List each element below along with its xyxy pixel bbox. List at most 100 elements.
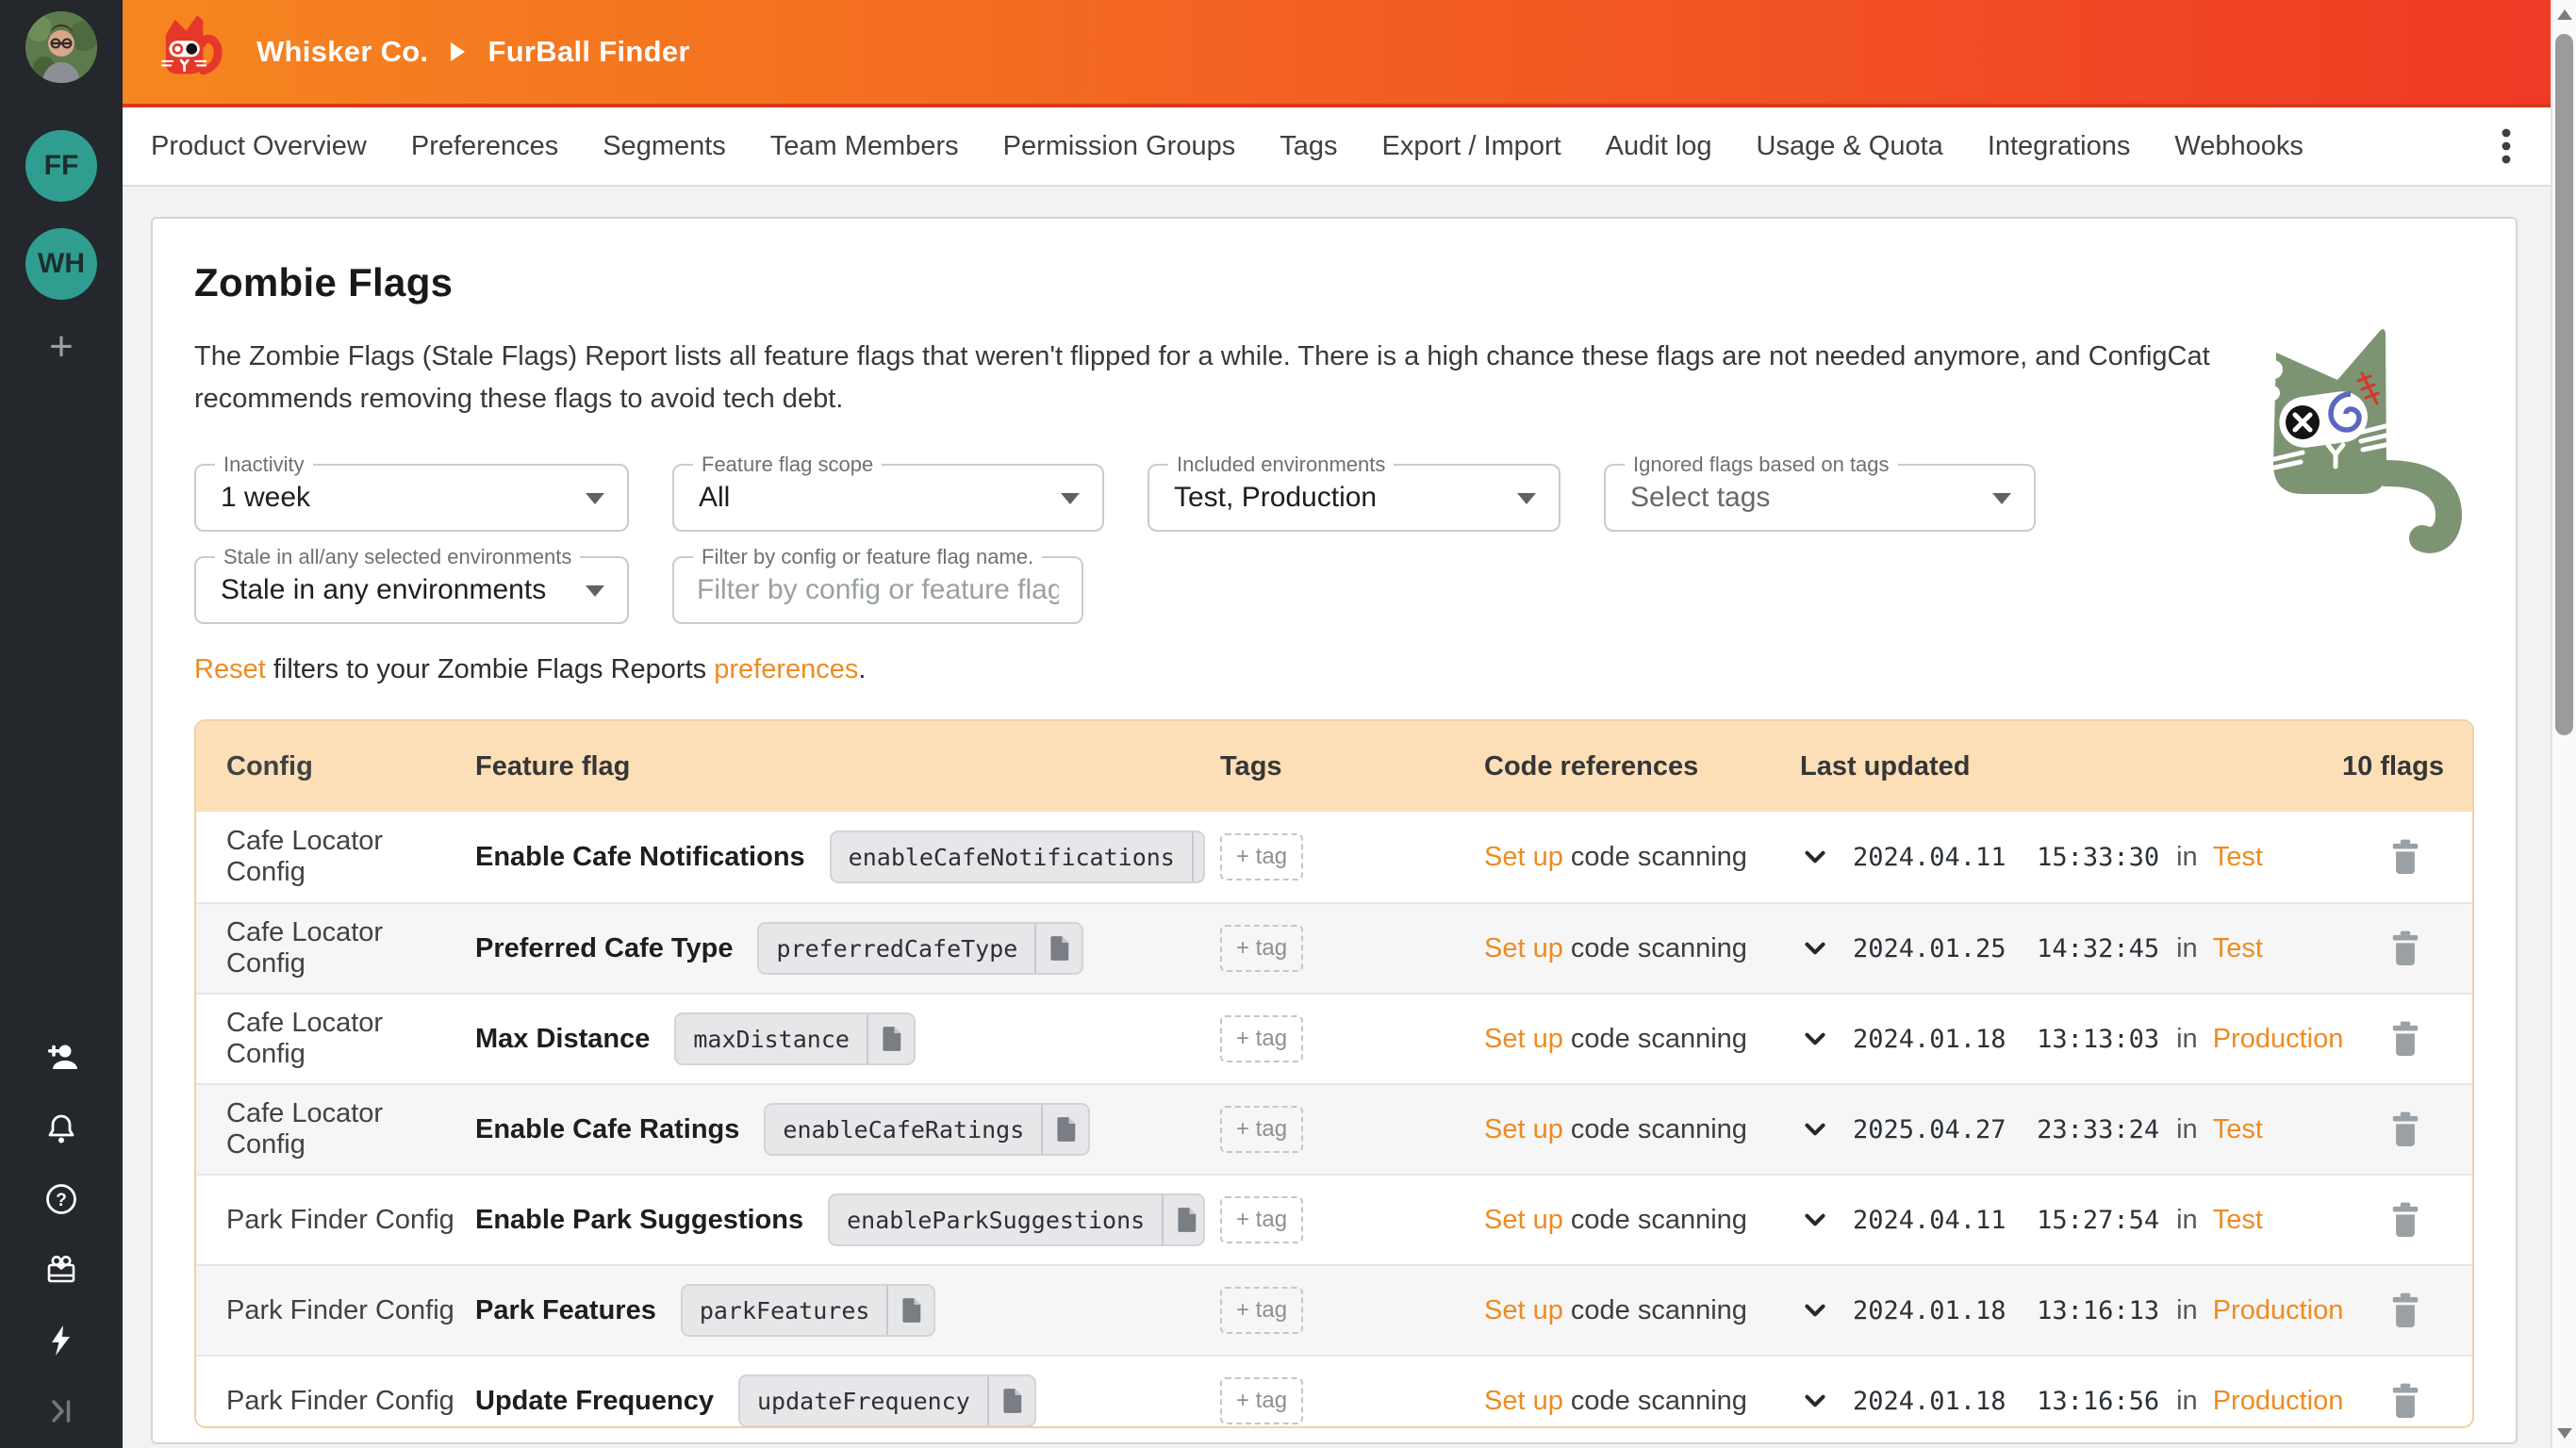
copy-key-button[interactable] — [1192, 832, 1205, 881]
expand-row-chevron-icon[interactable] — [1800, 1205, 1830, 1235]
copy-key-button[interactable] — [886, 1286, 933, 1335]
collapse-sidebar-icon[interactable] — [43, 1393, 79, 1429]
reset-filters-link[interactable]: Reset — [194, 654, 266, 684]
table-row: Cafe Locator Config Enable Cafe Notifica… — [196, 812, 2472, 902]
expand-row-chevron-icon[interactable] — [1800, 1114, 1830, 1144]
configcat-logo-icon[interactable] — [147, 9, 232, 94]
dropdown-arrow-icon — [1517, 493, 1536, 504]
col-header-last-updated: Last updated — [1785, 751, 2313, 782]
filter-field[interactable]: Feature flag scope All — [672, 464, 1104, 532]
scrollbar-thumb[interactable] — [2555, 34, 2573, 735]
add-tag-button[interactable]: + tag — [1220, 1377, 1303, 1424]
flag-key: enableCafeRatings — [766, 1116, 1041, 1144]
environment-link[interactable]: Test — [2213, 1114, 2263, 1145]
flag-name: Update Frequency — [475, 1386, 714, 1417]
expand-row-chevron-icon[interactable] — [1800, 1386, 1830, 1416]
nav-item[interactable]: Preferences — [411, 131, 558, 162]
copy-key-button[interactable] — [1162, 1195, 1205, 1244]
filter-row-1: Inactivity 1 week Feature flag scope All… — [194, 464, 2474, 532]
config-name: Cafe Locator Config — [196, 1008, 460, 1070]
copy-key-button[interactable] — [987, 1376, 1034, 1425]
add-tag-button[interactable]: + tag — [1220, 1106, 1303, 1153]
filter-field[interactable]: Ignored flags based on tags Select tags — [1604, 464, 2036, 532]
flag-key: maxDistance — [676, 1026, 867, 1053]
copy-key-button[interactable] — [867, 1014, 914, 1063]
setup-code-scanning-link[interactable]: Set up — [1484, 1205, 1563, 1236]
scrollbar-up-arrow-icon[interactable] — [2557, 9, 2572, 20]
nav-item[interactable]: Permission Groups — [1003, 131, 1236, 162]
delete-flag-button[interactable] — [2389, 1292, 2421, 1329]
expand-row-chevron-icon[interactable] — [1800, 1024, 1830, 1054]
environment-link[interactable]: Test — [2213, 1205, 2263, 1236]
add-workspace-button[interactable]: + — [25, 326, 97, 368]
delete-flag-button[interactable] — [2389, 1111, 2421, 1148]
main-content: Zombie Flags The Zombie Flags (Stale Fla… — [123, 189, 2551, 1448]
setup-code-scanning-link[interactable]: Set up — [1484, 1024, 1563, 1055]
page-description: The Zombie Flags (Stale Flags) Report li… — [194, 336, 2231, 420]
setup-code-scanning-link[interactable]: Set up — [1484, 1386, 1563, 1417]
setup-code-scanning-link[interactable]: Set up — [1484, 1295, 1563, 1326]
workspace-avatar[interactable]: FF — [25, 130, 97, 202]
last-updated-datetime: 2024.01.18 13:16:56 — [1853, 1387, 2159, 1416]
setup-code-scanning-link[interactable]: Set up — [1484, 842, 1563, 873]
flag-name: Park Features — [475, 1295, 656, 1326]
breadcrumb-product[interactable]: FurBall Finder — [487, 35, 689, 69]
bell-icon[interactable] — [43, 1111, 79, 1146]
svg-text:?: ? — [56, 1191, 67, 1210]
filter-field[interactable]: Filter by config or feature flag name. — [672, 556, 1083, 624]
add-tag-button[interactable]: + tag — [1220, 925, 1303, 972]
environment-link[interactable]: Test — [2213, 933, 2263, 964]
delete-flag-button[interactable] — [2389, 838, 2421, 876]
kebab-menu-icon[interactable] — [2500, 125, 2513, 167]
lightning-icon[interactable] — [43, 1323, 79, 1358]
nav-item[interactable]: Export / Import — [1381, 131, 1560, 162]
copy-key-button[interactable] — [1034, 924, 1082, 973]
add-tag-button[interactable]: + tag — [1220, 833, 1303, 880]
filter-field[interactable]: Included environments Test, Production — [1148, 464, 1560, 532]
code-scanning-label: code scanning — [1563, 842, 1747, 873]
breadcrumb-organization[interactable]: Whisker Co. — [256, 35, 428, 69]
nav-item[interactable]: Audit log — [1606, 131, 1712, 162]
config-name: Park Finder Config — [196, 1386, 460, 1417]
expand-row-chevron-icon[interactable] — [1800, 1295, 1830, 1325]
nav-item[interactable]: Team Members — [770, 131, 959, 162]
copy-key-button[interactable] — [1041, 1105, 1088, 1154]
nav-item[interactable]: Segments — [603, 131, 726, 162]
flag-key-badge: updateFrequency — [738, 1374, 1036, 1427]
nav-item[interactable]: Integrations — [1988, 131, 2131, 162]
nav-item[interactable]: Usage & Quota — [1757, 131, 1943, 162]
flag-key: updateFrequency — [740, 1388, 987, 1415]
delete-flag-button[interactable] — [2389, 1382, 2421, 1420]
workspace-switcher: FF WH + — [0, 130, 123, 368]
nav-item[interactable]: Webhooks — [2174, 131, 2304, 162]
delete-flag-button[interactable] — [2389, 1201, 2421, 1239]
nav-item[interactable]: Tags — [1280, 131, 1337, 162]
workspace-avatar[interactable]: WH — [25, 228, 97, 300]
expand-row-chevron-icon[interactable] — [1800, 933, 1830, 963]
add-tag-button[interactable]: + tag — [1220, 1015, 1303, 1062]
zombie-flags-card: Zombie Flags The Zombie Flags (Stale Fla… — [151, 217, 2518, 1444]
flag-key-badge: enableCafeNotifications — [830, 831, 1205, 883]
add-tag-button[interactable]: + tag — [1220, 1287, 1303, 1334]
expand-row-chevron-icon[interactable] — [1800, 842, 1830, 872]
gift-icon[interactable] — [43, 1252, 79, 1288]
user-avatar[interactable] — [25, 11, 97, 83]
config-name: Park Finder Config — [196, 1205, 460, 1236]
filter-field[interactable]: Stale in all/any selected environments S… — [194, 556, 629, 624]
filter-field[interactable]: Inactivity 1 week — [194, 464, 629, 532]
help-icon[interactable]: ? — [43, 1181, 79, 1217]
person-add-icon[interactable] — [43, 1040, 79, 1076]
setup-code-scanning-link[interactable]: Set up — [1484, 1114, 1563, 1145]
flag-key: preferredCafeType — [759, 935, 1034, 963]
delete-flag-button[interactable] — [2389, 1020, 2421, 1058]
flag-key-badge: maxDistance — [674, 1012, 916, 1065]
scrollbar-down-arrow-icon[interactable] — [2557, 1428, 2572, 1439]
filter-row-2: Stale in all/any selected environments S… — [194, 556, 2474, 624]
setup-code-scanning-link[interactable]: Set up — [1484, 933, 1563, 964]
preferences-link[interactable]: preferences — [714, 654, 858, 684]
nav-item[interactable]: Product Overview — [151, 131, 367, 162]
environment-link[interactable]: Test — [2213, 842, 2263, 873]
add-tag-button[interactable]: + tag — [1220, 1196, 1303, 1243]
delete-flag-button[interactable] — [2389, 930, 2421, 967]
filter-text-input[interactable] — [674, 558, 1082, 622]
